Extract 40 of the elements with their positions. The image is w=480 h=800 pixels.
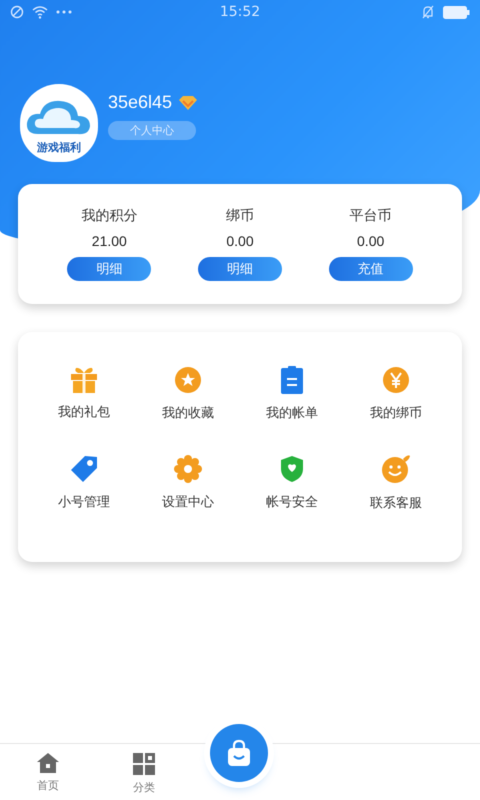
balance-label: 绑币 <box>226 207 254 225</box>
tag-icon <box>70 455 98 483</box>
menu-item[interactable]: 小号管理 <box>32 438 136 528</box>
wifi-icon <box>32 6 48 18</box>
shop-bag-button[interactable] <box>210 724 268 782</box>
balance-label: 我的积分 <box>81 207 138 225</box>
menu-item[interactable]: 我的收藏 <box>136 350 240 438</box>
balance-button[interactable]: 明细 <box>198 257 282 281</box>
menu-item[interactable]: 我的礼包 <box>32 350 136 438</box>
tab[interactable]: 分类 <box>96 744 192 796</box>
status-time: 15:52 <box>220 4 260 20</box>
balance-value: 21.00 <box>92 233 127 249</box>
menu-item[interactable]: 我的绑币 <box>344 350 448 438</box>
gift-icon <box>70 367 98 393</box>
yen-coin-icon <box>382 366 410 394</box>
star-coin-icon <box>174 366 202 394</box>
menu-item[interactable]: 联系客服 <box>344 438 448 528</box>
balance-label: 平台币 <box>350 207 392 225</box>
smiley-icon <box>381 454 411 484</box>
no-sim-icon <box>10 5 24 19</box>
menu-item[interactable]: 我的帐单 <box>240 350 344 438</box>
clipboard-icon <box>280 366 304 394</box>
balance-button[interactable]: 明细 <box>67 257 152 281</box>
home-icon <box>36 752 60 774</box>
more-icon <box>56 10 72 14</box>
diamond-icon <box>178 94 198 110</box>
avatar-caption: 游戏福利 <box>37 140 81 154</box>
tab[interactable]: 首页 <box>0 744 96 796</box>
balance-value: 0.00 <box>357 233 384 249</box>
settings-icon <box>174 455 202 483</box>
balance-value: 0.00 <box>226 233 254 249</box>
menu-item[interactable]: 设置中心 <box>136 438 240 528</box>
shield-icon <box>280 455 304 483</box>
avatar-logo[interactable]: 游戏福利 <box>20 84 98 162</box>
balance-button[interactable]: 充值 <box>328 257 413 281</box>
bell-off-icon <box>420 5 435 19</box>
menu-item[interactable]: 帐号安全 <box>240 438 344 528</box>
username: 35e6l45 <box>108 92 172 113</box>
grid-icon <box>132 752 156 776</box>
battery-icon <box>442 6 470 18</box>
